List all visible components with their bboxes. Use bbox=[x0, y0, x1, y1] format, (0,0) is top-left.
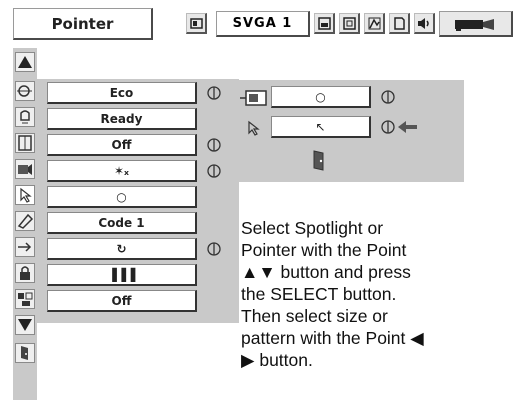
lamp-control-field[interactable]: ✶ₓ bbox=[47, 160, 197, 182]
help-line: the SELECT button. bbox=[241, 284, 397, 304]
selection-arrow-icon bbox=[398, 121, 417, 133]
menu-title: Pointer bbox=[51, 14, 114, 33]
fan-icon[interactable] bbox=[15, 133, 35, 153]
cycle-icon[interactable] bbox=[206, 241, 222, 257]
cycle-icon[interactable] bbox=[206, 85, 222, 101]
field-value: Code 1 bbox=[98, 215, 145, 230]
field-value: ○ bbox=[315, 89, 326, 104]
keypad-lock-field[interactable]: Off bbox=[47, 290, 197, 312]
field-value: Off bbox=[111, 293, 132, 308]
exit-icon[interactable] bbox=[15, 343, 35, 363]
image-adjust-icon bbox=[342, 16, 356, 30]
fan-control-field[interactable]: Off bbox=[47, 134, 197, 156]
right-arrow: ▶ bbox=[241, 350, 255, 370]
spotlight-icon[interactable] bbox=[240, 90, 268, 106]
settings-menu-button[interactable] bbox=[364, 13, 385, 34]
field-value: ↖ bbox=[315, 119, 326, 134]
screen-icon bbox=[189, 17, 203, 29]
setting-menu-button[interactable] bbox=[439, 11, 513, 37]
image-adjust-button[interactable] bbox=[339, 13, 360, 34]
keypad-icon[interactable] bbox=[15, 289, 35, 309]
help-line: ▶ button. bbox=[241, 350, 313, 370]
submenu-exit-icon[interactable] bbox=[311, 148, 327, 172]
page-menu-button[interactable] bbox=[389, 13, 410, 34]
sound-menu-button[interactable] bbox=[414, 13, 435, 34]
cycle-icon[interactable] bbox=[206, 137, 222, 153]
help-line: ▲▼ button and press bbox=[241, 262, 411, 282]
scroll-down-arrow-icon[interactable] bbox=[15, 315, 35, 335]
filter-icon[interactable] bbox=[15, 237, 35, 257]
field-value: ↻ bbox=[116, 241, 127, 256]
pointer-field[interactable]: ○ bbox=[47, 186, 197, 208]
input-source-display[interactable]: SVGA 1 bbox=[216, 11, 310, 37]
remote-control-field[interactable]: Code 1 bbox=[47, 212, 197, 234]
sound-icon bbox=[418, 17, 429, 29]
remote-code-icon[interactable] bbox=[15, 211, 35, 231]
input-source-label: SVGA 1 bbox=[232, 16, 293, 31]
lock-icon[interactable] bbox=[15, 263, 35, 283]
settings-icon bbox=[368, 17, 380, 29]
cycle-icon[interactable] bbox=[206, 163, 222, 179]
picture-menu-button[interactable] bbox=[314, 13, 335, 34]
field-value: ▐▐▐ bbox=[107, 267, 136, 282]
page-icon bbox=[393, 16, 405, 30]
scroll-up-arrow-icon[interactable] bbox=[15, 52, 35, 72]
help-line: Pointer with the Point bbox=[241, 240, 407, 260]
pointer-pattern-field[interactable]: ↖ bbox=[271, 116, 371, 138]
field-value: ✶ₓ bbox=[113, 163, 129, 178]
help-line: pattern with the Point ◀ bbox=[241, 328, 424, 348]
picture-icon bbox=[317, 16, 331, 30]
help-text: Select Spotlight or Pointer with the Poi… bbox=[241, 217, 501, 371]
spotlight-size-field[interactable]: ○ bbox=[271, 86, 371, 108]
security-field[interactable]: ▐▐▐ bbox=[47, 264, 197, 286]
sidebar bbox=[13, 48, 37, 400]
help-line: Then select size or bbox=[241, 306, 388, 326]
left-arrow: ◀ bbox=[410, 328, 424, 348]
pointer-arrow-icon[interactable] bbox=[245, 120, 261, 136]
eco-lamp-icon[interactable] bbox=[15, 81, 35, 101]
field-value: Off bbox=[111, 137, 132, 152]
help-line: Select Spotlight or bbox=[241, 218, 384, 238]
eco-mode-field[interactable]: Eco bbox=[47, 82, 197, 104]
screen-menu-button[interactable] bbox=[186, 13, 207, 34]
field-value: ○ bbox=[116, 189, 127, 204]
pointer-icon[interactable] bbox=[15, 185, 35, 205]
cycle-icon[interactable] bbox=[380, 119, 396, 135]
projector-lamp-icon[interactable] bbox=[15, 159, 35, 179]
projector-icon bbox=[454, 18, 494, 31]
standby-mode-field[interactable]: Ready bbox=[47, 108, 197, 130]
field-value: Eco bbox=[109, 85, 134, 100]
menu-title-tab: Pointer bbox=[13, 8, 153, 40]
up-down-arrows: ▲▼ bbox=[241, 262, 276, 282]
field-value: Ready bbox=[100, 111, 143, 126]
standby-icon[interactable] bbox=[15, 107, 35, 127]
filter-field[interactable]: ↻ bbox=[47, 238, 197, 260]
cycle-icon[interactable] bbox=[380, 89, 396, 105]
